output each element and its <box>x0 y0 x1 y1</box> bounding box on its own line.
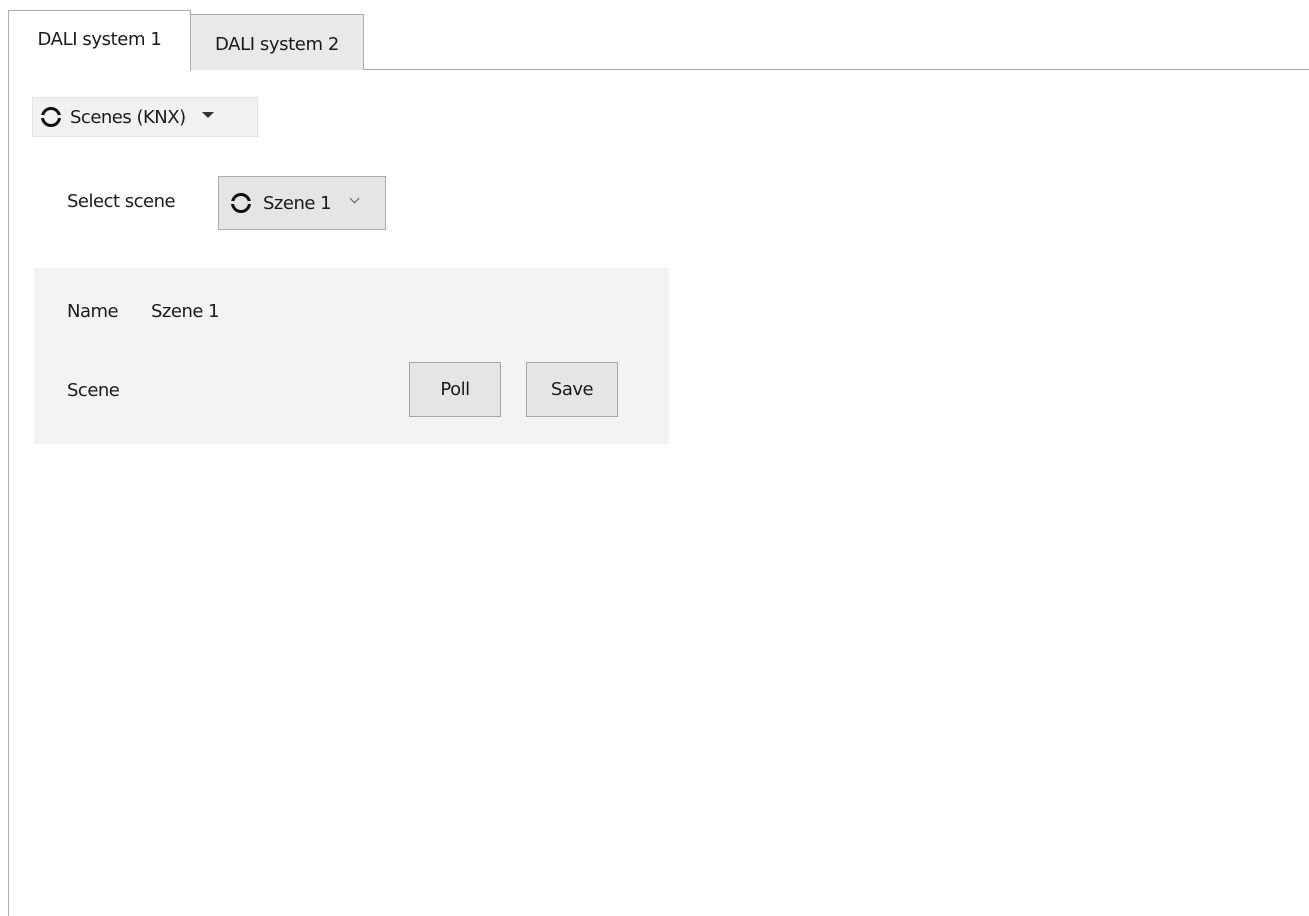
dali-configuration-window: DALI system 1 DALI system 2 Scenes (KNX)… <box>0 0 1309 916</box>
scene-combobox-value: Szene 1 <box>263 192 332 214</box>
triangle-down-icon <box>201 112 214 118</box>
mode-dropdown[interactable]: Scenes (KNX) <box>32 97 258 137</box>
name-label: Name <box>67 301 119 322</box>
select-scene-label: Select scene <box>67 191 176 212</box>
ring-icon <box>40 107 62 127</box>
poll-button[interactable]: Poll <box>409 362 501 417</box>
scene-label: Scene <box>67 380 120 401</box>
ring-icon <box>230 193 252 213</box>
save-button[interactable]: Save <box>526 362 618 417</box>
content-left-border <box>8 70 9 916</box>
scene-detail-panel: Name Szene 1 Scene Poll Save <box>34 268 669 444</box>
tab-dali-system-2[interactable]: DALI system 2 <box>190 14 364 70</box>
tab-strip: DALI system 1 DALI system 2 <box>8 0 1309 71</box>
scene-combobox[interactable]: Szene 1 <box>218 176 386 230</box>
chevron-down-icon <box>349 193 360 203</box>
tab-strip-divider <box>198 69 1309 70</box>
mode-dropdown-label: Scenes (KNX) <box>70 106 186 128</box>
tab-dali-system-1[interactable]: DALI system 1 <box>8 10 191 71</box>
name-value: Szene 1 <box>151 301 220 322</box>
